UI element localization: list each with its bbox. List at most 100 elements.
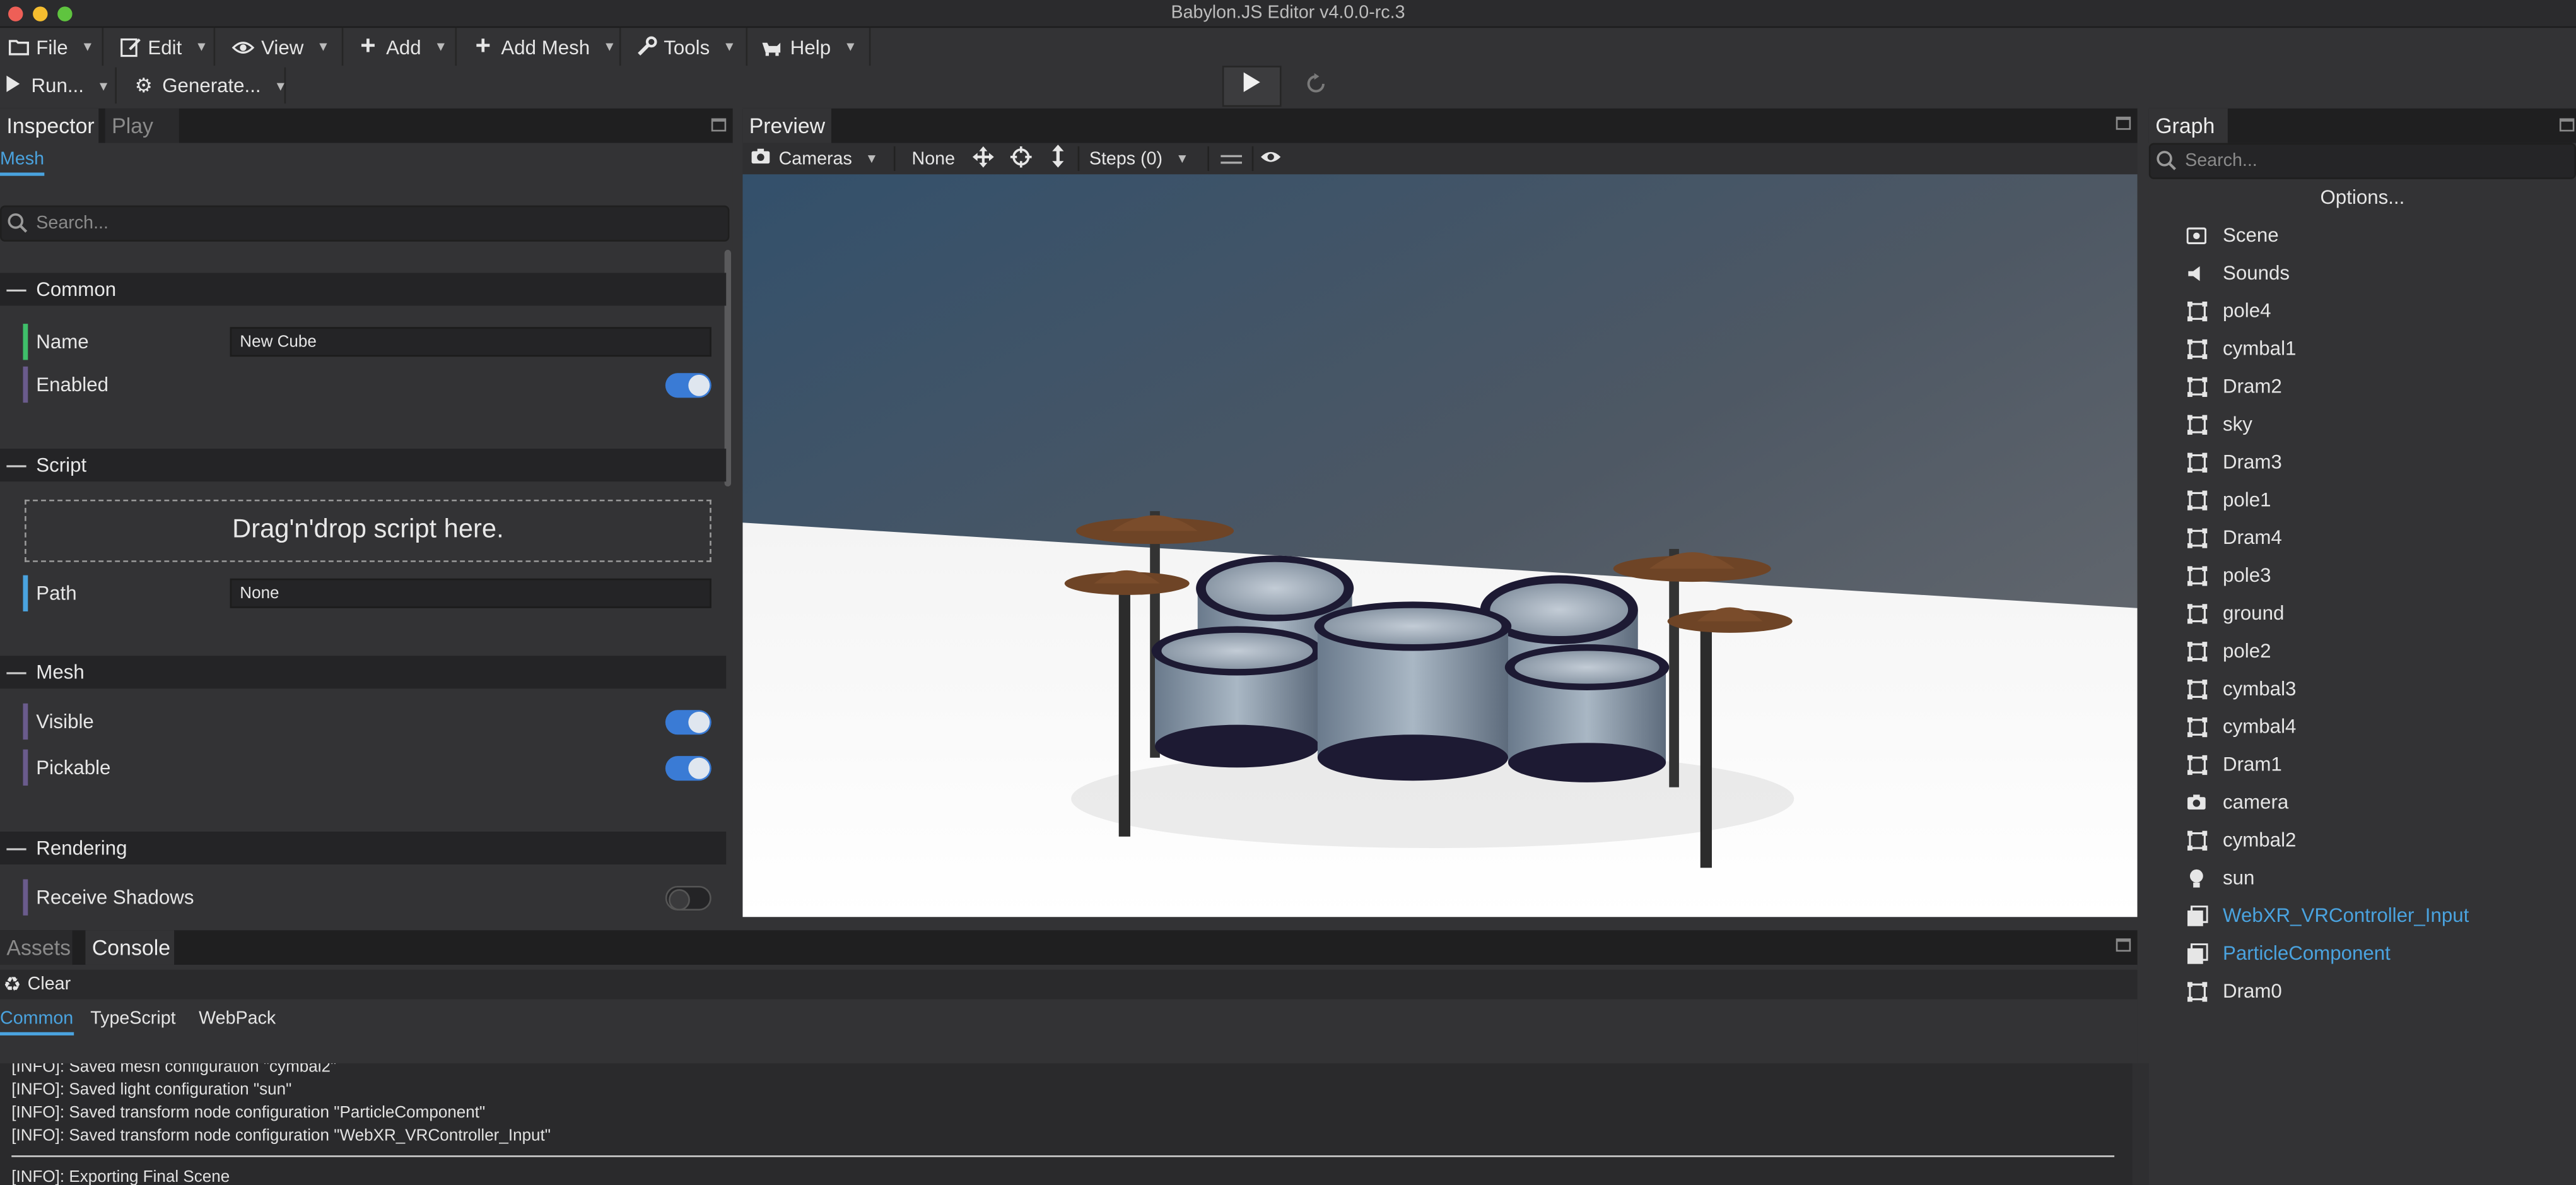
edit-icon	[119, 35, 141, 58]
mesh-icon	[2185, 828, 2208, 851]
graph-item[interactable]: sun	[2185, 861, 2254, 894]
graph-item[interactable]: pole2	[2185, 634, 2271, 667]
graph-item[interactable]: Dram2	[2185, 370, 2282, 403]
menu-tools[interactable]: Tools ▼	[623, 28, 748, 66]
graph-item[interactable]: pole4	[2185, 294, 2271, 327]
subtab-typescript[interactable]: TypeScript	[90, 1009, 175, 1029]
graph-item[interactable]: Dram3	[2185, 445, 2282, 478]
graph-item[interactable]: ground	[2185, 597, 2284, 630]
steps-dropdown[interactable]: Steps (0) ▼	[1089, 143, 1189, 174]
enabled-toggle[interactable]	[665, 373, 711, 398]
maximize-panel-icon[interactable]	[2116, 116, 2131, 130]
maximize-panel-icon[interactable]	[711, 118, 727, 132]
collapse-icon: —	[6, 453, 26, 477]
graph-item[interactable]: Sounds	[2185, 256, 2290, 289]
path-field[interactable]: None	[230, 578, 711, 608]
menu-tools-label: Tools	[664, 35, 710, 59]
pickable-toggle[interactable]	[665, 756, 711, 781]
graph-item[interactable]: cymbal1	[2185, 332, 2296, 365]
graph-item[interactable]: sky	[2185, 408, 2252, 440]
graph-item-label: cymbal3	[2223, 677, 2297, 700]
tab-assets[interactable]: Assets	[0, 930, 73, 965]
tab-mesh[interactable]: Mesh	[0, 150, 45, 176]
wrench-icon	[634, 35, 657, 58]
section-common-title: Common	[36, 278, 117, 301]
vertical-arrows-icon	[1051, 144, 1065, 172]
section-mesh-header[interactable]: — Mesh	[0, 656, 727, 689]
graph-item[interactable]: cymbal3	[2185, 672, 2296, 705]
console-scrollbar[interactable]	[2132, 1063, 2149, 1185]
run-button[interactable]: Run... ▼	[5, 67, 117, 104]
tab-graph[interactable]: Graph	[2148, 108, 2228, 143]
menu-add[interactable]: + Add ▼	[345, 28, 457, 66]
graph-item-label: cymbal2	[2223, 828, 2297, 852]
tab-play[interactable]: Play	[105, 108, 179, 143]
subtab-webpack[interactable]: WebPack	[199, 1009, 276, 1029]
chevron-down-icon: ▼	[723, 39, 736, 54]
rotate-gizmo-button[interactable]	[1010, 143, 1032, 174]
log-line: [INFO]: Saved transform node configurati…	[11, 1127, 551, 1146]
scale-gizmo-button[interactable]	[1051, 143, 1065, 174]
menu-add-mesh-label: Add Mesh	[501, 35, 590, 59]
visible-toggle[interactable]	[665, 710, 711, 735]
mesh-icon	[2185, 677, 2208, 700]
mesh-icon	[2185, 526, 2208, 549]
graph-item-label: pole3	[2223, 563, 2271, 587]
graph-item[interactable]: ParticleComponent	[2185, 937, 2391, 970]
clear-button[interactable]: ♻ Clear	[3, 971, 71, 998]
maximize-panel-icon[interactable]	[2559, 118, 2575, 132]
graph-item[interactable]: Dram0	[2185, 975, 2282, 1008]
menu-add-mesh[interactable]: + Add Mesh ▼	[459, 28, 621, 66]
mesh-icon	[2185, 715, 2208, 738]
gizmo-none-button[interactable]: None	[912, 143, 955, 174]
section-script-header[interactable]: — Script	[0, 449, 727, 482]
generate-button[interactable]: ⚙ Generate... ▼	[135, 67, 287, 104]
path-label: Path	[36, 582, 77, 605]
mesh-icon	[2185, 375, 2208, 398]
inspector-search-input[interactable]: Search...	[0, 205, 730, 242]
graph-item[interactable]: Dram1	[2185, 748, 2282, 781]
chevron-down-icon: ▼	[602, 39, 616, 54]
enabled-label: Enabled	[36, 373, 109, 396]
script-dropzone[interactable]: Drag'n'drop script here.	[25, 499, 711, 562]
graph-search-input[interactable]: Search...	[2148, 143, 2576, 179]
menu-help[interactable]: Help ▼	[749, 28, 871, 66]
receive-shadows-toggle[interactable]	[665, 885, 711, 911]
menu-view-label: View	[261, 35, 304, 59]
tab-preview[interactable]: Preview	[742, 108, 831, 143]
mesh-icon	[2185, 337, 2208, 360]
clear-button-label: Clear	[27, 974, 71, 994]
mesh-icon	[2185, 753, 2208, 775]
tab-inspector[interactable]: Inspector	[0, 108, 99, 143]
menu-edit[interactable]: Edit ▼	[105, 28, 216, 66]
equal-toggle-button[interactable]	[1221, 143, 1243, 174]
visible-row: Visible	[23, 703, 713, 740]
visibility-button[interactable]	[1260, 143, 1282, 174]
subtab-common[interactable]: Common	[0, 1009, 74, 1035]
tab-console[interactable]: Console	[85, 930, 175, 965]
restart-button[interactable]	[1288, 66, 1344, 107]
graph-item[interactable]: Dram4	[2185, 521, 2282, 554]
graph-item[interactable]: Scene	[2185, 218, 2279, 251]
graph-item[interactable]: cymbal2	[2185, 823, 2296, 856]
section-mesh-title: Mesh	[36, 661, 85, 684]
eye-icon	[231, 35, 255, 58]
graph-item[interactable]: WebXR_VRController_Input	[2185, 899, 2469, 932]
move-gizmo-button[interactable]	[972, 143, 994, 174]
play-scene-button[interactable]	[1222, 66, 1282, 107]
section-rendering-header[interactable]: — Rendering	[0, 831, 727, 865]
preview-viewport[interactable]	[742, 174, 2138, 917]
graph-item[interactable]: cymbal4	[2185, 710, 2296, 743]
section-common-header[interactable]: — Common	[0, 273, 727, 306]
graph-item[interactable]: camera	[2185, 786, 2288, 818]
maximize-panel-icon[interactable]	[2116, 938, 2131, 952]
menu-file[interactable]: File ▼	[0, 28, 104, 66]
graph-item[interactable]: pole1	[2185, 483, 2271, 516]
graph-options-button[interactable]: Options...	[2149, 186, 2576, 212]
menu-view[interactable]: View ▼	[217, 28, 344, 66]
cameras-dropdown[interactable]: Cameras ▼	[751, 143, 878, 174]
graph-item[interactable]: pole3	[2185, 559, 2271, 592]
name-field[interactable]: New Cube	[230, 327, 711, 357]
graph-item-label: WebXR_VRController_Input	[2223, 904, 2469, 928]
console-toolbar: ♻ Clear	[0, 969, 2138, 999]
